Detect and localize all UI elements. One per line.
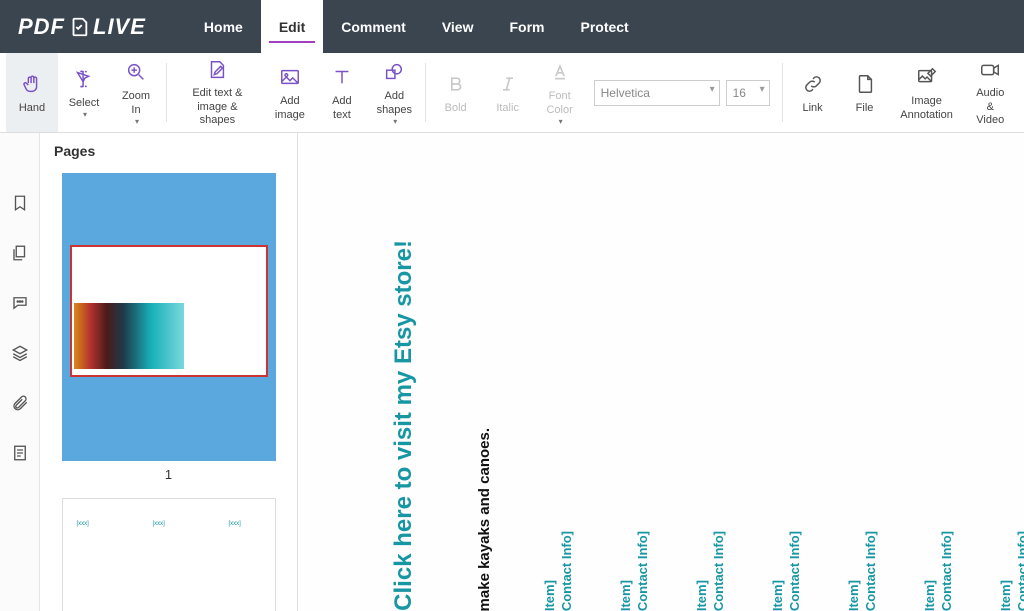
add-text-tool[interactable]: Add text [316,53,368,132]
image-annotation-icon [916,63,938,91]
stub-contact: Contact Info] [559,531,576,611]
file-icon [854,70,876,98]
add-shapes-tool[interactable]: Add shapes▾ [368,53,421,132]
stub-item: Item] [998,531,1015,611]
caret-down-icon: ▾ [393,117,397,127]
stub-item: Item] [770,531,787,611]
separator [166,63,167,122]
caret-down-icon: ▾ [83,110,87,120]
tab-comment[interactable]: Comment [323,0,424,53]
file-tool[interactable]: File [839,53,891,132]
add-image-tool[interactable]: Add image [264,53,316,132]
pages-panel-title: Pages [54,143,283,159]
tab-form[interactable]: Form [491,0,562,53]
menu-tabs: Home Edit Comment View Form Protect [186,0,647,53]
tab-protect[interactable]: Protect [562,0,646,53]
logo-text-b: LIVE [93,14,146,40]
font-controls: Helvetica 16 [586,53,778,132]
hand-tool[interactable]: Hand [6,53,58,132]
font-color-tool[interactable]: Font Color▾ [534,53,586,132]
page-thumbnail-1[interactable]: 1 [62,173,276,488]
pages-panel-button[interactable] [8,241,32,265]
edit-page-icon [206,57,228,83]
left-rail [0,133,40,611]
edit-toolbar: Hand Select▾ Zoom In▾ Edit text & image … [0,53,1024,133]
tab-edit[interactable]: Edit [261,0,323,53]
edit-content-tool[interactable]: Edit text & image & shapes [171,53,264,132]
bold-tool[interactable]: Bold [430,53,482,132]
stub-contact: Contact Info] [635,531,652,611]
image-annotation-tool[interactable]: Image Annotation [891,53,963,132]
logo-text-a: PDF [18,14,65,40]
app-logo: PDF LIVE [18,14,146,40]
italic-icon [498,70,518,98]
font-family-select[interactable]: Helvetica [594,80,720,106]
fields-panel-button[interactable] [8,441,32,465]
stub-item: Item] [694,531,711,611]
thumb-graphic [74,303,184,369]
layers-panel-button[interactable] [8,341,32,365]
bookmarks-panel-button[interactable] [8,191,32,215]
separator [425,63,426,122]
video-icon [979,57,1001,83]
caret-down-icon: ▾ [135,117,139,127]
bold-icon [446,70,466,98]
audio-video-tool[interactable]: Audio & Video [963,53,1018,132]
main-area: Pages 1 [xxx] [xxx] [xxx] Click here to … [0,133,1024,611]
stub-contact: Contact Info] [1015,531,1024,611]
stub-item: Item] [618,531,635,611]
page-number: 1 [62,461,276,488]
stub-contact: Contact Info] [939,531,956,611]
font-color-icon [550,58,570,86]
link-tool[interactable]: Link [787,53,839,132]
font-size-select[interactable]: 16 [726,80,770,106]
caret-down-icon: ▾ [559,117,563,127]
separator [782,63,783,122]
doc-subheading: make kayaks and canoes. [476,428,493,611]
document-view[interactable]: Click here to visit my Etsy store! make … [298,133,1024,611]
stub-item: Item] [922,531,939,611]
image-icon [279,63,301,91]
stub-item: Item] [846,531,863,611]
zoom-in-tool[interactable]: Zoom In▾ [110,53,162,132]
stub-contact: Contact Info] [863,531,880,611]
comments-panel-button[interactable] [8,291,32,315]
cursor-text-icon [73,65,95,93]
tab-home[interactable]: Home [186,0,261,53]
stub-contact: Contact Info] [711,531,728,611]
tab-view[interactable]: View [424,0,492,53]
text-icon [331,63,353,91]
pages-panel: Pages 1 [xxx] [xxx] [xxx] [40,133,298,611]
logo-icon [68,16,90,38]
thumb-image [62,173,276,461]
page-thumbnail-2[interactable]: [xxx] [xxx] [xxx] [62,498,276,611]
hand-icon [21,70,43,98]
doc-heading: Click here to visit my Etsy store! [390,240,418,611]
italic-tool[interactable]: Italic [482,53,534,132]
app-header: PDF LIVE Home Edit Comment View Form Pro… [0,0,1024,53]
stub-contact: Contact Info] [787,531,804,611]
select-tool[interactable]: Select▾ [58,53,110,132]
zoom-in-icon [125,58,147,86]
stub-item: Item] [542,531,559,611]
thumb-image: [xxx] [xxx] [xxx] [62,498,276,611]
shapes-icon [383,58,405,86]
attachments-panel-button[interactable] [8,391,32,415]
link-icon [802,70,824,98]
